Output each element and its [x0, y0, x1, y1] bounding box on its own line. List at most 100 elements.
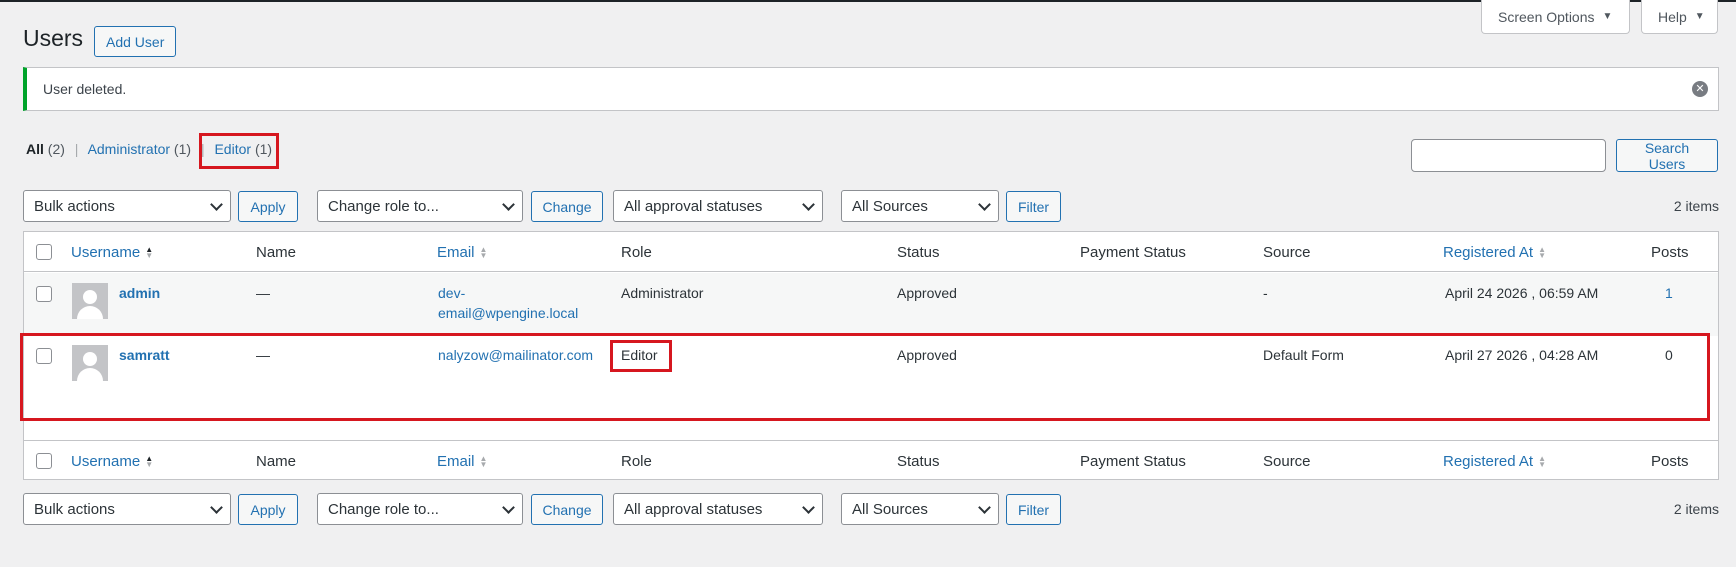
change-button[interactable]: Change	[531, 191, 603, 222]
sort-icon: ▲ ▼	[145, 454, 154, 470]
bulk-actions-value: Bulk actions	[34, 500, 115, 518]
posts-link[interactable]: 1	[1665, 285, 1673, 301]
column-registered-at-label: Registered At	[1443, 244, 1534, 261]
sources-select[interactable]: All Sources	[841, 493, 999, 525]
email-line-2: email@wpengine.local	[438, 305, 579, 321]
select-all-checkbox[interactable]	[36, 453, 52, 469]
items-count: 2 items	[1673, 501, 1719, 517]
editor-view-highlight	[199, 133, 279, 169]
column-source: Source	[1263, 453, 1311, 470]
chevron-down-icon	[502, 501, 515, 514]
view-all-count: (2)	[47, 141, 65, 157]
bulk-actions-select[interactable]: Bulk actions	[23, 493, 231, 525]
editor-row-highlight	[20, 333, 1710, 421]
column-username-label: Username	[71, 244, 141, 261]
column-registered-at[interactable]: Registered At ▲ ▼	[1443, 244, 1546, 261]
filter-button[interactable]: Filter	[1006, 191, 1061, 222]
column-registered-at-label: Registered At	[1443, 453, 1534, 470]
table-footer-row: Username ▲ ▼ Name Email ▲ ▼ Role Status Paym…	[24, 440, 1718, 480]
registered-at-cell: April 24 2026 , 06:59 AM	[1445, 285, 1599, 301]
change-role-select[interactable]: Change role to...	[317, 493, 523, 525]
default-avatar-icon	[72, 283, 108, 319]
column-name: Name	[256, 244, 297, 261]
apply-button[interactable]: Apply	[238, 191, 298, 222]
approval-status-value: All approval statuses	[624, 197, 763, 215]
sources-value: All Sources	[852, 197, 928, 215]
column-status: Status	[897, 453, 940, 470]
status-cell: Approved	[897, 285, 957, 301]
filter-button[interactable]: Filter	[1006, 494, 1061, 525]
chevron-down-icon	[978, 198, 991, 211]
page-title: Users	[23, 25, 84, 51]
chevron-down-icon	[802, 198, 815, 211]
help-button[interactable]: Help ▼	[1641, 0, 1718, 34]
tablenav-bottom: Bulk actions Apply Change role to... Cha…	[23, 493, 1719, 527]
approval-status-value: All approval statuses	[624, 500, 763, 518]
view-separator: |	[74, 141, 79, 157]
column-email[interactable]: Email ▲ ▼	[437, 244, 487, 261]
approval-status-select[interactable]: All approval statuses	[613, 493, 823, 525]
sort-icon: ▲ ▼	[1538, 454, 1546, 470]
screen-options-button[interactable]: Screen Options ▼	[1481, 0, 1630, 34]
search-input[interactable]	[1411, 139, 1606, 172]
email-line-1: dev-	[438, 285, 466, 301]
sort-icon: ▲ ▼	[479, 454, 488, 470]
column-username-label: Username	[71, 453, 141, 470]
column-username[interactable]: Username ▲ ▼	[71, 244, 153, 261]
column-email-label: Email	[437, 453, 475, 470]
column-status: Status	[897, 244, 940, 261]
caret-down-icon: ▼	[1694, 11, 1705, 22]
chevron-down-icon	[978, 501, 991, 514]
column-source: Source	[1263, 244, 1311, 261]
chevron-down-icon	[502, 198, 515, 211]
column-name: Name	[256, 453, 297, 470]
view-all-link[interactable]: All	[26, 141, 44, 157]
notice-message: User deleted.	[43, 81, 127, 97]
view-administrator-count: (1)	[173, 141, 192, 157]
search-users-button[interactable]: Search Users	[1616, 139, 1718, 172]
sort-icon: ▲ ▼	[479, 245, 488, 261]
source-cell: -	[1263, 285, 1268, 301]
change-button[interactable]: Change	[531, 494, 603, 525]
column-payment-status: Payment Status	[1080, 244, 1186, 261]
success-notice: User deleted. ✕	[23, 67, 1719, 111]
apply-button[interactable]: Apply	[238, 494, 298, 525]
table-row: admin — dev- email@wpengine.local Admini…	[24, 273, 1718, 336]
add-user-button[interactable]: Add User	[94, 26, 177, 57]
approval-status-select[interactable]: All approval statuses	[613, 190, 823, 222]
change-role-value: Change role to...	[328, 500, 439, 518]
chevron-down-icon	[210, 501, 223, 514]
view-administrator-link[interactable]: Administrator	[88, 141, 170, 157]
row-checkbox[interactable]	[36, 286, 52, 302]
items-count: 2 items	[1673, 198, 1719, 214]
chevron-down-icon	[210, 198, 223, 211]
editor-role-highlight	[610, 340, 672, 372]
help-label: Help	[1658, 8, 1687, 25]
sort-icon: ▲ ▼	[1538, 245, 1546, 261]
select-all-checkbox[interactable]	[36, 244, 52, 260]
column-email-label: Email	[437, 244, 475, 261]
email-link[interactable]: dev- email@wpengine.local	[438, 285, 578, 325]
sources-value: All Sources	[852, 500, 928, 518]
change-role-select[interactable]: Change role to...	[317, 190, 523, 222]
column-username[interactable]: Username ▲ ▼	[71, 453, 153, 470]
column-registered-at[interactable]: Registered At ▲ ▼	[1443, 453, 1546, 470]
admin-bar-edge	[0, 0, 1736, 2]
column-role: Role	[621, 453, 652, 470]
column-payment-status: Payment Status	[1080, 453, 1186, 470]
column-posts: Posts	[1651, 453, 1689, 470]
table-header-row: Username ▲ ▼ Name Email ▲ ▼ Role Status Paym…	[24, 232, 1718, 272]
column-email[interactable]: Email ▲ ▼	[437, 453, 487, 470]
column-role: Role	[621, 244, 652, 261]
name-cell: —	[256, 285, 270, 301]
screen-options-label: Screen Options	[1498, 8, 1595, 25]
chevron-down-icon	[802, 501, 815, 514]
dismiss-icon[interactable]: ✕	[1692, 81, 1708, 97]
column-posts: Posts	[1651, 244, 1689, 261]
sources-select[interactable]: All Sources	[841, 190, 999, 222]
username-link[interactable]: admin	[119, 285, 160, 301]
bulk-actions-value: Bulk actions	[34, 197, 115, 215]
role-cell: Administrator	[621, 285, 704, 301]
bulk-actions-select[interactable]: Bulk actions	[23, 190, 231, 222]
sort-icon: ▲ ▼	[145, 245, 154, 261]
